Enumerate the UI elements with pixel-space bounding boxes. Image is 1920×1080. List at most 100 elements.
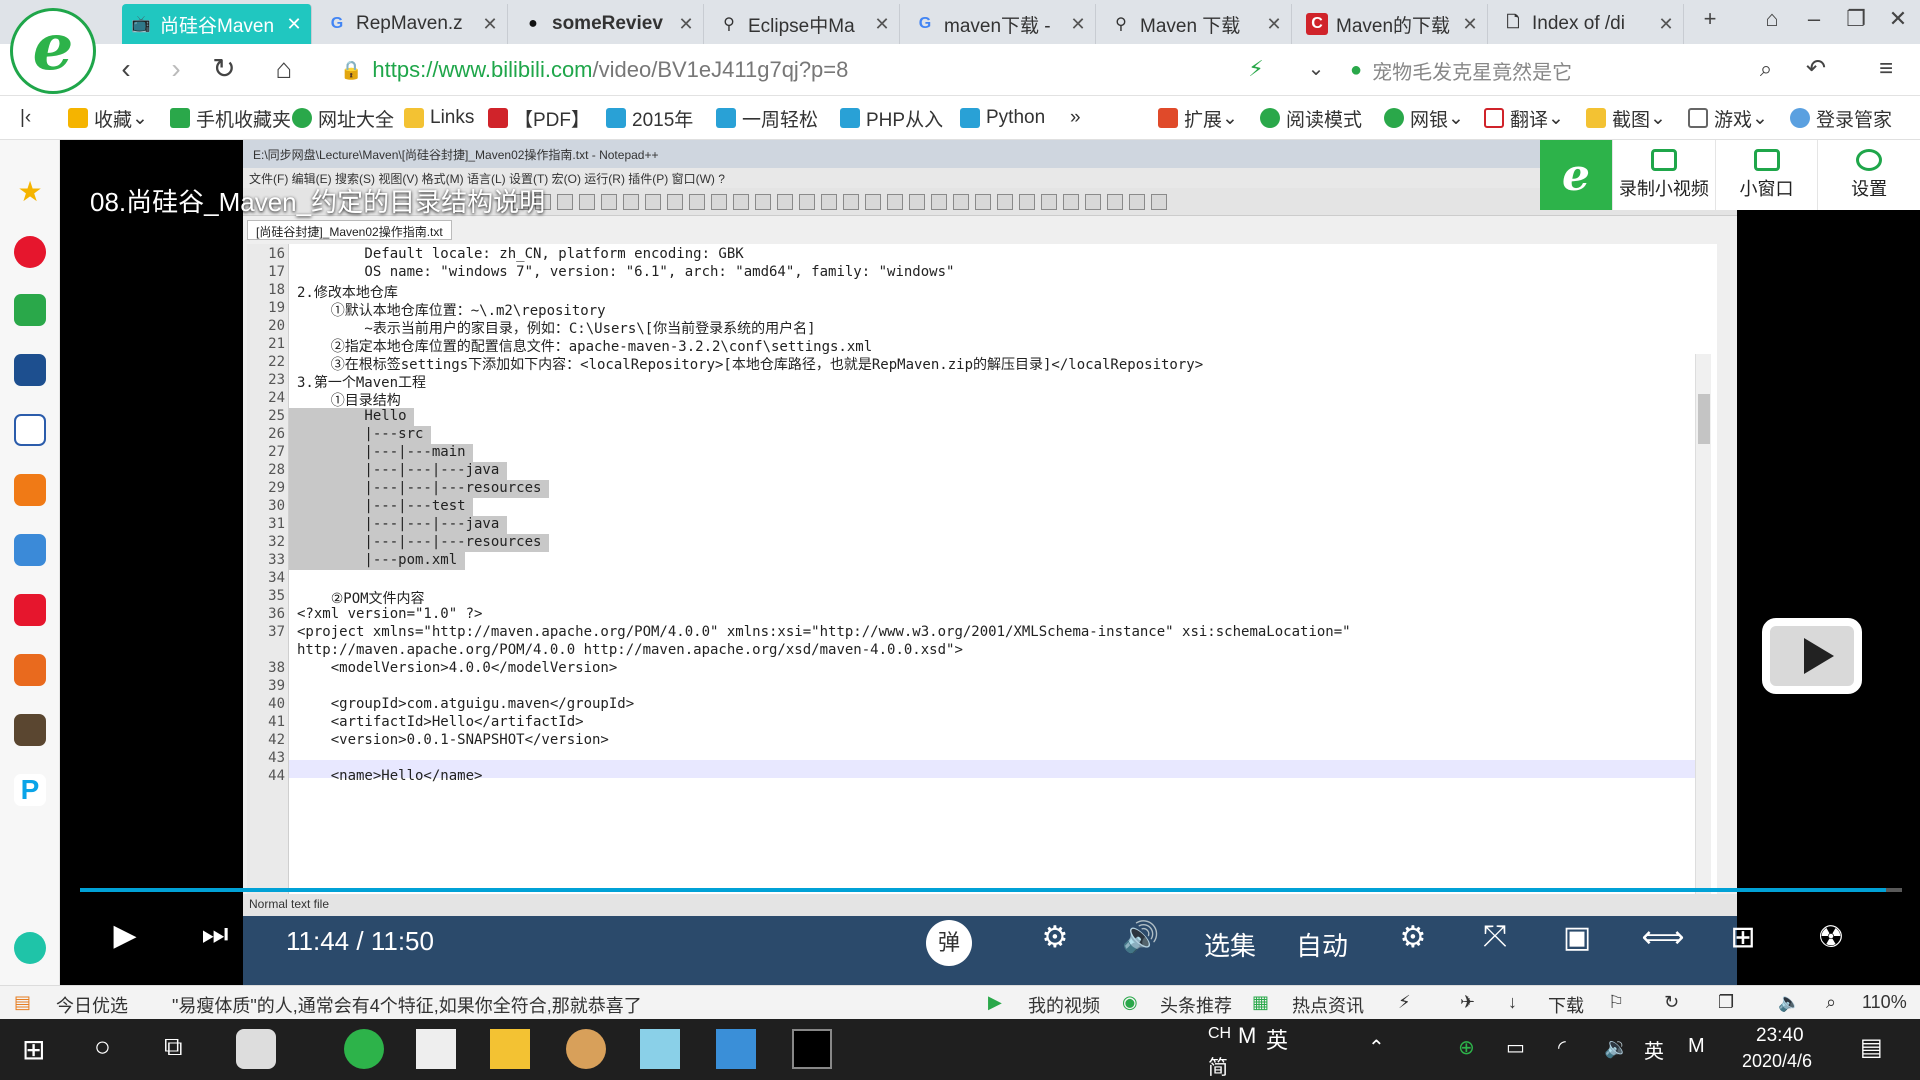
restore-button[interactable]: ❐ xyxy=(1836,6,1876,32)
autoplay-button[interactable]: 自动 xyxy=(1296,926,1348,963)
notification-icon[interactable]: ▤ xyxy=(1860,1033,1883,1062)
close-icon[interactable]: ✕ xyxy=(1265,14,1283,35)
clock-date[interactable]: 2020/4/6 xyxy=(1742,1051,1812,1072)
mail-icon[interactable] xyxy=(14,294,46,326)
download-label[interactable]: 下载 xyxy=(1548,992,1584,1018)
bookmark-python[interactable]: Python xyxy=(960,104,1045,132)
windows-start-icon[interactable]: ⊞ xyxy=(22,1033,45,1066)
pubg-icon[interactable] xyxy=(14,714,46,746)
clock-time[interactable]: 23:40 xyxy=(1756,1025,1804,1047)
ime-en[interactable]: 英 xyxy=(1266,1023,1288,1055)
tab-maven-download[interactable]: G maven下载 - ✕ xyxy=(906,4,1096,44)
bookmark-sites[interactable]: 网址大全 xyxy=(292,104,394,132)
window-icon[interactable]: ❐ xyxy=(1718,992,1734,1013)
forward-button[interactable]: › xyxy=(156,52,196,88)
browser-logo[interactable]: e xyxy=(10,8,96,94)
flag-icon[interactable]: ⚐ xyxy=(1608,992,1624,1013)
more-bookmarks-icon[interactable]: » xyxy=(1070,104,1081,132)
close-icon[interactable]: ✕ xyxy=(1069,14,1087,35)
back-button[interactable]: ‹ xyxy=(106,52,146,88)
undo-icon[interactable]: ↶ xyxy=(1796,52,1836,88)
home-button[interactable]: ⌂ xyxy=(264,52,304,88)
reload-button[interactable]: ↻ xyxy=(204,52,244,88)
episodes-button[interactable]: 选集 xyxy=(1204,926,1256,963)
video-player[interactable]: E:\同步网盘\Lecture\Maven\[尚硅谷封捷]_Maven02操作指… xyxy=(60,140,1920,985)
play-icon[interactable]: ▶ xyxy=(100,918,150,953)
extensions-button[interactable]: 扩展 ⌄ xyxy=(1158,104,1238,132)
cortana-icon[interactable]: ○ xyxy=(94,1031,111,1063)
control-panel-icon[interactable] xyxy=(716,1029,756,1069)
tab-repmaven[interactable]: G RepMaven.z ✕ xyxy=(318,4,508,44)
app-icon[interactable] xyxy=(236,1029,276,1069)
bookmark-links[interactable]: Links xyxy=(404,104,474,132)
star-icon[interactable]: ★ xyxy=(14,176,46,208)
folder-icon[interactable] xyxy=(490,1029,530,1069)
today-picks[interactable]: 今日优选 xyxy=(56,992,128,1018)
speed-mode-icon[interactable]: ⚡ xyxy=(1236,52,1276,88)
bookmark-favorites[interactable]: 收藏 ⌄ xyxy=(68,104,148,132)
close-icon[interactable]: ✕ xyxy=(481,14,499,35)
wifi-icon[interactable]: ◜ xyxy=(1558,1035,1566,1060)
weibo-icon[interactable] xyxy=(14,236,46,268)
ime-m-icon[interactable]: M xyxy=(1238,1023,1256,1049)
zoom-level[interactable]: 110% xyxy=(1862,992,1907,1013)
tab-maven-de-xiazai[interactable]: C Maven的下载 ✕ xyxy=(1298,4,1488,44)
close-icon[interactable]: ✕ xyxy=(873,14,891,35)
hot-news-link[interactable]: 热点资讯 xyxy=(1292,992,1364,1018)
battery-icon[interactable]: ▭ xyxy=(1506,1035,1525,1060)
news-ticker[interactable]: "易瘦体质"的人,通常会有4个特征,如果你全符合,那就恭喜了 xyxy=(172,992,642,1018)
task-view-icon[interactable]: ⧉ xyxy=(164,1031,183,1063)
search-input[interactable]: ● 宠物毛发克星竟然是它 xyxy=(1350,52,1780,88)
settings-icon[interactable]: ⚙ xyxy=(1390,920,1436,955)
download-icon[interactable]: ↓ xyxy=(1508,992,1517,1013)
zoom-icon[interactable]: ⌕ xyxy=(1826,992,1836,1013)
progress-bar[interactable] xyxy=(80,888,1902,892)
login-manager-button[interactable]: 登录管家 xyxy=(1790,104,1892,132)
tab-bilibili[interactable]: 📺 尚硅谷Maven ✕ xyxy=(122,4,312,44)
close-icon[interactable]: ✕ xyxy=(677,14,695,35)
address-bar[interactable]: 🔒 https:// www.bilibili.com /video/BV1eJ… xyxy=(340,50,1330,90)
accelerate-icon[interactable]: ⚡ xyxy=(1398,992,1411,1013)
browser-taskbar-icon[interactable] xyxy=(344,1029,384,1069)
ime-jian[interactable]: 简 xyxy=(1208,1051,1228,1080)
my-videos-link[interactable]: 我的视频 xyxy=(1028,992,1100,1018)
close-icon[interactable]: ✕ xyxy=(1461,14,1479,35)
reader-mode-button[interactable]: 阅读模式 xyxy=(1260,104,1362,132)
bookmark-2015[interactable]: 2015年 xyxy=(606,104,693,132)
picture-in-picture-icon[interactable]: ▣ xyxy=(1554,920,1600,955)
pin-icon[interactable]: ✈ xyxy=(1460,992,1475,1013)
bookmark-php[interactable]: PHP从入 xyxy=(840,104,943,132)
translate-button[interactable]: 翻译 ⌄ xyxy=(1484,104,1564,132)
tab-maven-xiazai[interactable]: ⚲ Maven 下载 ✕ xyxy=(1102,4,1292,44)
close-window-button[interactable]: ✕ xyxy=(1878,6,1918,32)
mute-icon[interactable]: 🔈 xyxy=(1778,992,1800,1013)
close-icon[interactable]: ✕ xyxy=(1657,14,1675,35)
tv-play-icon[interactable] xyxy=(1762,618,1862,694)
tab-eclipse[interactable]: ⚲ Eclipse中Ma ✕ xyxy=(710,4,900,44)
tray-m-icon[interactable]: M xyxy=(1688,1035,1705,1058)
skin-icon[interactable]: ⌂ xyxy=(1752,6,1792,32)
volume-icon[interactable]: 🔊 xyxy=(1118,920,1164,955)
bookmark-pdf[interactable]: 【PDF】 xyxy=(488,104,590,132)
tab-github[interactable]: ● someReviev ✕ xyxy=(514,4,704,44)
close-icon[interactable]: ✕ xyxy=(285,14,303,35)
bank-button[interactable]: 网银 ⌄ xyxy=(1384,104,1464,132)
global-news-icon[interactable] xyxy=(14,354,46,386)
terminal-icon[interactable] xyxy=(792,1029,832,1069)
tab-index-of[interactable]: 🗋 Index of /di ✕ xyxy=(1494,4,1684,44)
paint-icon[interactable] xyxy=(566,1029,606,1069)
mail-icon[interactable] xyxy=(416,1029,456,1069)
headline-link[interactable]: 头条推荐 xyxy=(1160,992,1232,1018)
mini-window-button[interactable]: 小窗口 xyxy=(1714,140,1818,210)
bookmark-weekly[interactable]: 一周轻松 xyxy=(716,104,818,132)
add-app-icon[interactable] xyxy=(14,932,46,964)
menu-icon[interactable]: ≡ xyxy=(1866,52,1906,88)
overlay-settings-button[interactable]: 设置 xyxy=(1817,140,1920,210)
next-icon[interactable]: ⏭ xyxy=(190,918,240,952)
game-character-icon[interactable] xyxy=(14,654,46,686)
search-icon[interactable]: ⌕ xyxy=(1746,52,1786,88)
sidebar-toggle-icon[interactable]: |‹ xyxy=(20,104,31,132)
gift-icon[interactable]: ▤ xyxy=(14,992,31,1013)
screenshot-button[interactable]: 截图 ⌄ xyxy=(1586,104,1666,132)
chevron-down-icon[interactable]: ⌄ xyxy=(1296,52,1336,88)
